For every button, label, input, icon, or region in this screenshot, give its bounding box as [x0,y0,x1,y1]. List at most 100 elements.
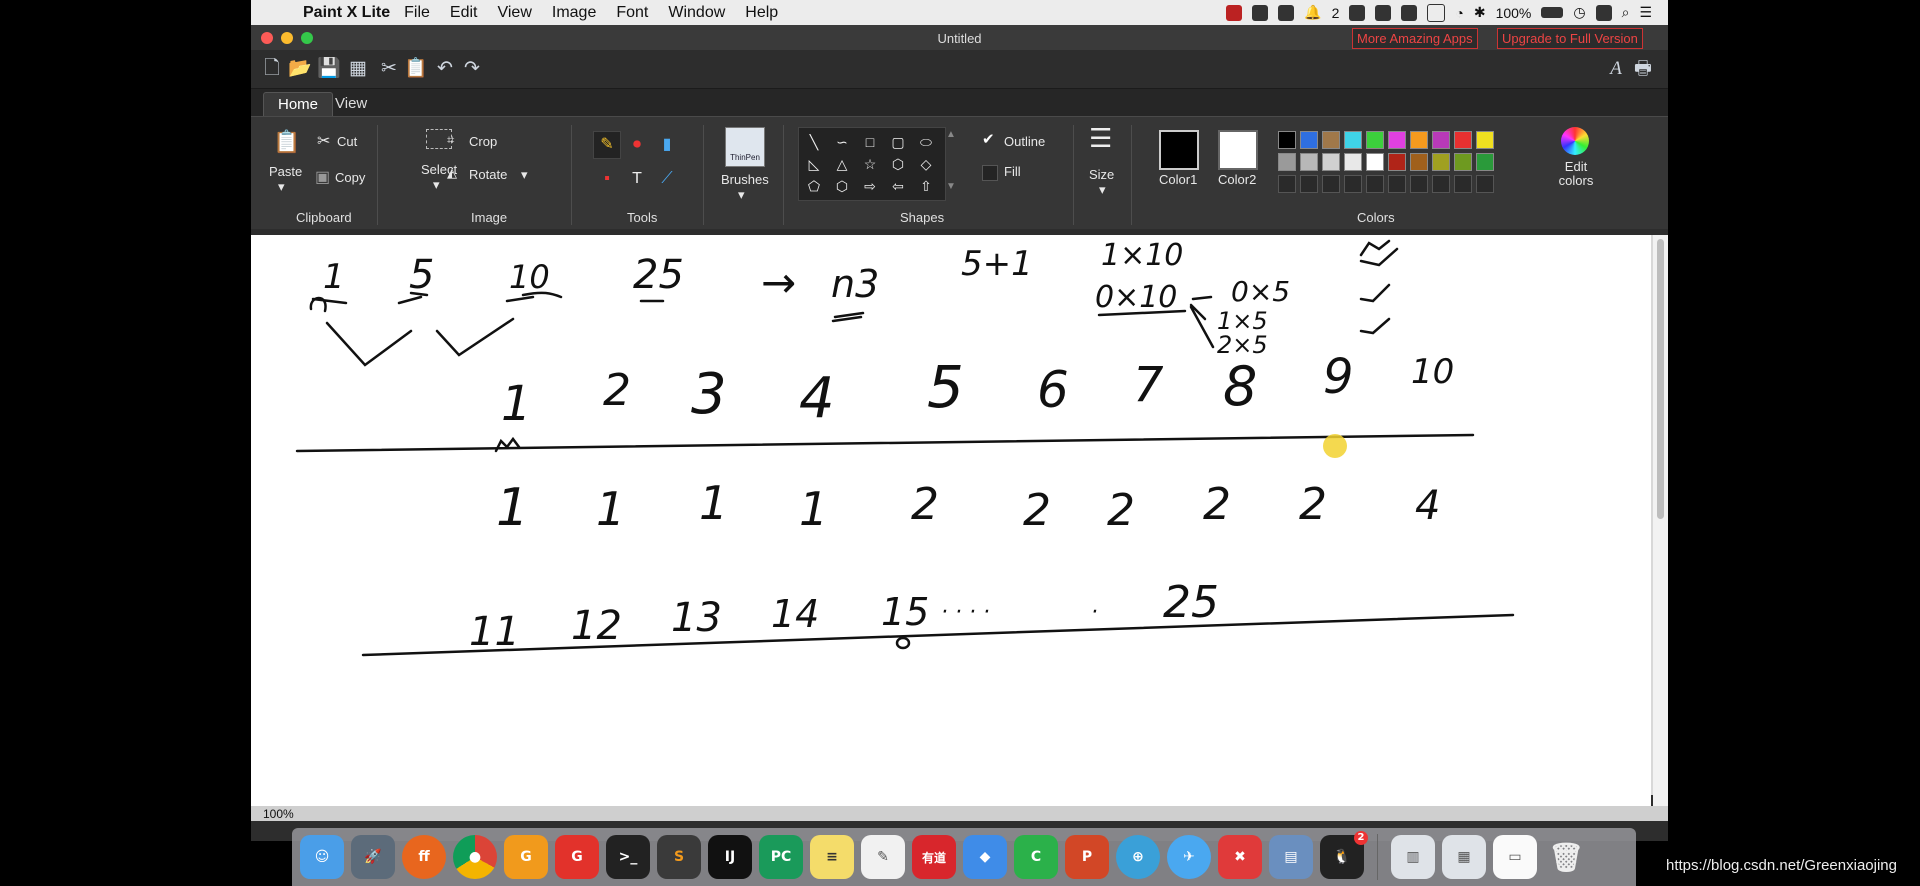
documents-stack-icon[interactable]: ▥ [1391,835,1435,879]
cut-icon[interactable]: ✂ [378,58,400,80]
vertical-scrollbar[interactable] [1653,235,1668,807]
fill-checkbox[interactable] [982,165,998,181]
size-lines-icon[interactable]: ☰ [1089,125,1112,151]
palette-swatch[interactable] [1454,131,1472,149]
bluetooth-icon[interactable]: ✱ [1474,4,1486,21]
notes-icon[interactable]: ≡ [810,835,854,879]
text-tool-icon[interactable]: T [623,165,651,193]
triangle-shape-icon[interactable]: △ [831,154,853,174]
palette-empty-slot[interactable] [1454,175,1472,193]
print-icon[interactable]: 🖶 [1632,58,1654,80]
curve-shape-icon[interactable]: ∽ [831,132,853,152]
record-icon[interactable] [1226,4,1243,21]
palette-empty-slot[interactable] [1476,175,1494,193]
menu-image[interactable]: Image [552,4,596,22]
palette-swatch[interactable] [1476,153,1494,171]
status-app-icon[interactable] [1375,4,1392,21]
palette-empty-slot[interactable] [1278,175,1296,193]
undo-icon[interactable]: ↶ [434,58,456,80]
right-arrow-shape-icon[interactable]: ⇨ [859,176,881,196]
palette-swatch[interactable] [1344,131,1362,149]
save-icon[interactable]: 💾 [317,58,341,80]
display-icon[interactable] [1427,3,1446,22]
color-wheel-icon[interactable] [1561,127,1589,155]
color1-swatch[interactable] [1159,130,1199,170]
battery-percentage[interactable]: 100% [1496,5,1532,21]
zoom-level[interactable]: 100% [263,807,294,821]
redo-icon[interactable]: ↷ [461,58,483,80]
menu-edit[interactable]: Edit [450,4,478,22]
menu-file[interactable]: File [404,4,430,22]
palette-empty-slot[interactable] [1300,175,1318,193]
paste-icon[interactable]: 📋 [404,58,428,80]
copy-icon[interactable]: ▣ [315,167,330,187]
hexagon-shape-icon[interactable]: ⬡ [887,154,909,174]
eraser-app-icon[interactable]: ◆ [963,835,1007,879]
brushes-button[interactable]: Brushes [721,172,769,187]
octagon-shape-icon[interactable]: ⬡ [831,176,853,196]
sublime-text-icon[interactable]: S [657,835,701,879]
diamond-shape-icon[interactable]: ◇ [915,154,937,174]
line-tool-icon[interactable]: ⟋ [653,165,681,193]
palette-empty-slot[interactable] [1388,175,1406,193]
trash-icon[interactable]: 🗑 [1544,835,1588,879]
left-arrow-shape-icon[interactable]: ⇦ [887,176,909,196]
terminal-icon[interactable]: >_ [606,835,650,879]
line-shape-icon[interactable]: ╲ [803,132,825,152]
clock-icon[interactable]: ◷ [1573,4,1585,21]
palette-empty-slot[interactable] [1322,175,1340,193]
star-shape-icon[interactable]: ☆ [859,154,881,174]
ellipse-shape-icon[interactable]: ⬭ [915,132,937,152]
color2-swatch[interactable] [1218,130,1258,170]
cloud-app-icon[interactable]: C [1014,835,1058,879]
outline-checkbox[interactable]: ✔ [982,130,995,148]
launchpad-icon[interactable]: 🚀 [351,835,395,879]
paper-plane-icon[interactable]: ✈ [1167,835,1211,879]
tab-view[interactable]: View [321,92,381,116]
palette-swatch[interactable] [1454,153,1472,171]
paste-icon[interactable]: 📋 [273,129,300,155]
new-file-icon[interactable]: 🗋 [261,58,283,80]
crop-button[interactable]: Crop [469,134,497,149]
palette-swatch[interactable] [1366,153,1384,171]
palette-swatch[interactable] [1300,131,1318,149]
brush-preview[interactable]: ThinPen [725,127,765,167]
upgrade-button[interactable]: Upgrade to Full Version [1497,28,1643,49]
shapes-scroll-up-icon[interactable]: ▲ [946,129,956,140]
powerpoint-icon[interactable]: P [1065,835,1109,879]
app-name-menu[interactable]: Paint X Lite [303,4,390,22]
rotate-button[interactable]: Rotate [469,167,507,182]
palette-swatch[interactable] [1410,153,1428,171]
status-app-icon[interactable] [1595,4,1612,21]
more-apps-button[interactable]: More Amazing Apps [1352,28,1478,49]
status-app-icon[interactable] [1401,4,1418,21]
finder-window-icon[interactable]: ▦ [1442,835,1486,879]
menu-view[interactable]: View [497,4,531,22]
menu-window[interactable]: Window [668,4,725,22]
chevron-down-icon[interactable]: ▾ [521,167,528,183]
palette-swatch[interactable] [1388,131,1406,149]
bell-icon[interactable]: 🔔 [1304,4,1321,21]
size-button[interactable]: Size [1089,167,1114,182]
rounded-rectangle-shape-icon[interactable]: ▢ [887,132,909,152]
palette-swatch[interactable] [1432,153,1450,171]
status-app-icon[interactable] [1278,4,1295,21]
palette-swatch[interactable] [1476,131,1494,149]
fill-bucket-icon[interactable]: ▮ [653,131,681,159]
paste-button[interactable]: Paste [269,164,302,179]
qq-icon[interactable]: 🐧 2 [1320,831,1368,879]
palette-empty-slot[interactable] [1366,175,1384,193]
scissors-icon[interactable]: ✂ [317,131,330,151]
scrollbar-thumb[interactable] [1657,239,1664,519]
rectangle-shape-icon[interactable]: □ [859,132,881,152]
preview-icon[interactable]: ▤ [1269,835,1313,879]
palette-swatch[interactable] [1278,131,1296,149]
save-as-icon[interactable]: ▦ [347,58,369,80]
palette-swatch[interactable] [1278,153,1296,171]
palette-swatch[interactable] [1344,153,1362,171]
chrome-icon[interactable]: ● [453,835,497,879]
textedit-icon[interactable]: ✎ [861,835,905,879]
pycharm-icon[interactable]: PC [759,835,803,879]
chevron-down-icon[interactable]: ▾ [738,187,745,203]
palette-swatch[interactable] [1432,131,1450,149]
